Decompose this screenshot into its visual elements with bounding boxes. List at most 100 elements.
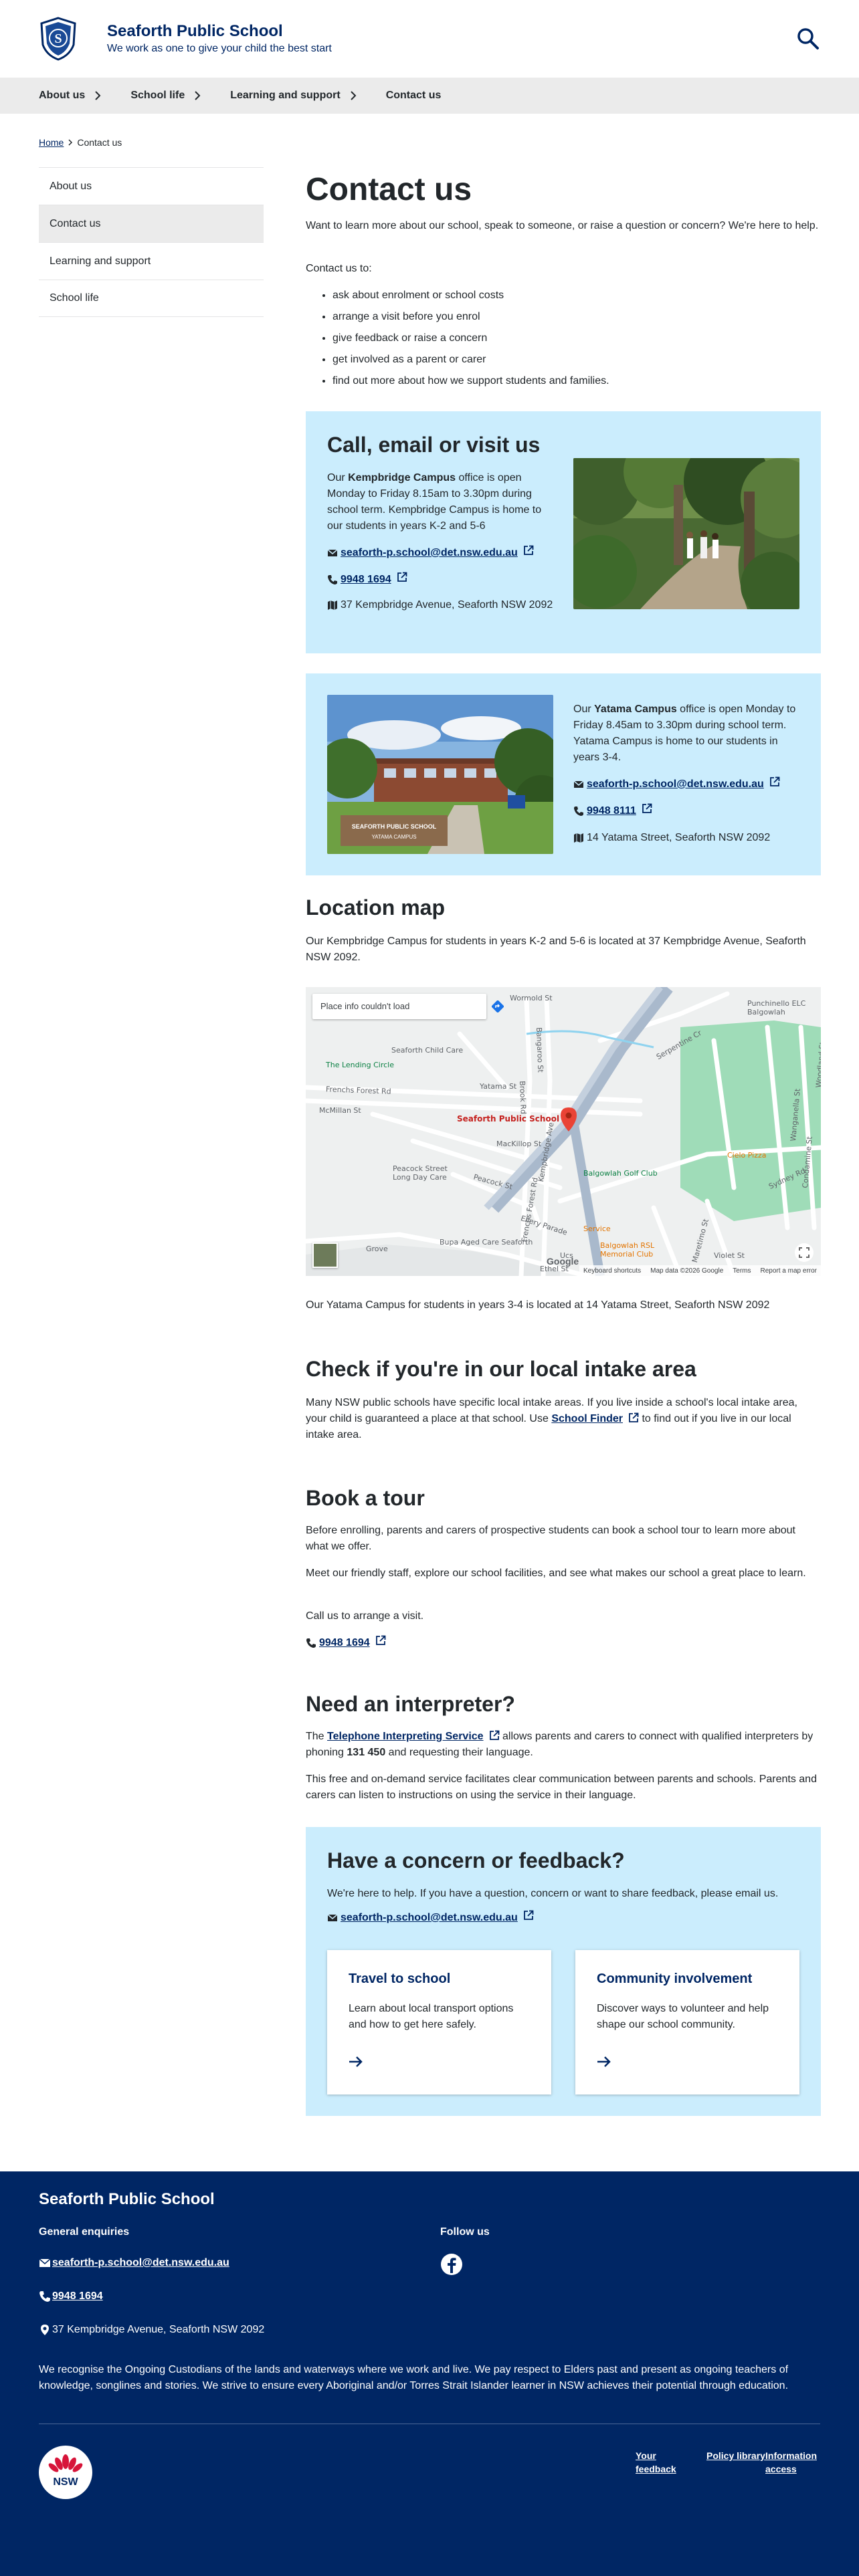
tour-heading: Book a tour	[306, 1486, 425, 1510]
sidebar-item-learning-and-support[interactable]: Learning and support	[39, 242, 264, 280]
map-satellite-toggle[interactable]	[312, 1243, 338, 1268]
location-map[interactable]: Place info couldn't load Seaforth Public…	[306, 987, 821, 1276]
yatama-phone-link[interactable]: 9948 8111	[587, 803, 636, 819]
main-navigation: About us School life Learning and suppor…	[0, 78, 859, 114]
footer-email-link[interactable]: seaforth-p.school@det.nsw.edu.au	[52, 2257, 229, 2269]
list-item: give feedback or raise a concern	[332, 330, 821, 346]
kempbridge-email-link[interactable]: seaforth-p.school@det.nsw.edu.au	[341, 545, 518, 561]
card-text: Discover ways to volunteer and help shap…	[597, 2003, 769, 2030]
keyboard-shortcuts-link[interactable]: Keyboard shortcuts	[583, 1267, 641, 1275]
page-title: Contact us	[306, 172, 472, 207]
interpreter-text-2: This free and on-demand service facilita…	[306, 1774, 817, 1801]
sidebar-item-contact-us[interactable]: Contact us	[39, 205, 264, 242]
arrow-right-icon	[349, 2056, 363, 2067]
external-link-icon	[523, 545, 534, 555]
facebook-icon[interactable]	[440, 2253, 463, 2276]
map-marker-label: Seaforth Public School	[457, 1114, 560, 1123]
sidebar-item-about-us[interactable]: About us	[39, 167, 264, 205]
nav-item-about-us[interactable]: About us	[39, 90, 101, 102]
footer-address: 37 Kempbridge Avenue, Seaforth NSW 2092	[52, 2324, 265, 2335]
nav-item-label: School life	[130, 90, 185, 101]
list-item: ask about enrolment or school costs	[332, 288, 821, 304]
fullscreen-icon[interactable]	[794, 1243, 814, 1263]
card-title: Travel to school	[349, 1971, 451, 1986]
location-heading: Location map	[306, 895, 446, 920]
footer-enquiries-heading: General enquiries	[39, 2226, 130, 2238]
breadcrumb-home-link[interactable]: Home	[39, 137, 64, 148]
concern-panel: Have a concern or feedback? We're here t…	[306, 1827, 821, 2116]
kempbridge-phone-link[interactable]: 9948 1694	[341, 572, 391, 588]
nsw-logo-icon[interactable]: NSW	[39, 2446, 92, 2499]
telephone-interpreting-link[interactable]: Telephone Interpreting Service	[327, 1731, 484, 1742]
external-link-icon	[489, 1730, 499, 1740]
nav-item-label: About us	[39, 90, 86, 101]
footer-email-row: seaforth-p.school@det.nsw.edu.au	[39, 2257, 229, 2269]
nav-item-contact-us[interactable]: Contact us	[386, 90, 442, 102]
school-finder-link[interactable]: School Finder	[551, 1413, 623, 1424]
travel-to-school-card[interactable]: Travel to school Learn about local trans…	[327, 1950, 551, 2095]
kempbridge-address-row: 37 Kempbridge Avenue, Seaforth NSW 2092	[327, 597, 555, 613]
phone-icon	[306, 1638, 316, 1648]
footer-link-information-access[interactable]: Information access	[765, 2449, 826, 2476]
kempbridge-address: 37 Kempbridge Avenue, Seaforth NSW 2092	[341, 599, 553, 611]
svg-text:NSW: NSW	[53, 2476, 78, 2488]
nav-item-label: Learning and support	[230, 90, 341, 101]
contact-list-lead: Contact us to:	[306, 263, 372, 274]
nav-item-learning-and-support[interactable]: Learning and support	[230, 90, 357, 102]
external-link-icon	[523, 1910, 534, 1920]
external-link-icon	[397, 572, 407, 582]
report-map-error-link[interactable]: Report a map error	[761, 1267, 817, 1275]
school-crest-icon[interactable]: S	[39, 17, 78, 61]
map-label: Punchinello ELC Balgowlah	[747, 999, 806, 1016]
footer-link-your-feedback[interactable]: Your feedback	[636, 2449, 696, 2476]
external-link-icon	[769, 776, 780, 786]
map-label: Peacock Street Long Day Care	[393, 1164, 448, 1182]
intro-text: Want to learn more about our school, spe…	[306, 220, 819, 231]
map-icon	[328, 601, 337, 610]
external-link-icon	[629, 1412, 639, 1422]
footer-follow-heading: Follow us	[440, 2226, 490, 2238]
footer-phone-row: 9948 1694	[39, 2290, 103, 2302]
footer-address-row: 37 Kempbridge Avenue, Seaforth NSW 2092	[39, 2324, 264, 2336]
email-icon	[573, 780, 584, 788]
tour-text-2: Meet our friendly staff, explore our sch…	[306, 1568, 806, 1579]
breadcrumb-current: Contact us	[77, 137, 122, 148]
footer-link-policy-library[interactable]: Policy library	[706, 2449, 767, 2462]
map-attribution: Keyboard shortcuts Map data ©2026 Google…	[579, 1265, 821, 1276]
search-icon[interactable]	[796, 27, 820, 51]
site-footer: Seaforth Public School General enquiries…	[0, 2171, 859, 2576]
tour-phone-link[interactable]: 9948 1694	[319, 1635, 370, 1651]
map-label: Seaforth Child Care	[391, 1046, 464, 1055]
intake-heading: Check if you're in our local intake area	[306, 1357, 696, 1381]
phone-icon	[574, 807, 583, 816]
kempbridge-contact-panel: Call, email or visit us Our Kempbridge C…	[306, 411, 821, 653]
school-name[interactable]: Seaforth Public School	[107, 21, 332, 41]
svg-text:S: S	[54, 31, 62, 46]
sidebar-item-school-life[interactable]: School life	[39, 280, 264, 317]
map-label: Wormold St	[510, 994, 553, 1002]
map-icon	[574, 833, 583, 843]
yatama-hours-text: Our Yatama Campus office is open Monday …	[573, 704, 796, 763]
map-label: Grove	[366, 1245, 388, 1253]
concern-email-link[interactable]: seaforth-p.school@det.nsw.edu.au	[341, 1910, 518, 1926]
arrow-right-icon	[597, 2056, 611, 2067]
interpreter-heading: Need an interpreter?	[306, 1692, 515, 1716]
phone-icon	[39, 2291, 50, 2302]
concern-heading: Have a concern or feedback?	[327, 1848, 625, 1872]
map-marker-icon[interactable]	[561, 1107, 577, 1132]
chevron-right-icon	[95, 91, 101, 100]
chevron-right-icon	[68, 139, 73, 146]
yatama-address: 14 Yatama Street, Seaforth NSW 2092	[587, 832, 771, 843]
map-label: Cielo Pizza	[727, 1151, 767, 1160]
yatama-email-link[interactable]: seaforth-p.school@det.nsw.edu.au	[587, 776, 764, 792]
footer-phone-link[interactable]: 9948 1694	[52, 2290, 103, 2302]
map-label: MacKillop St	[496, 1140, 542, 1148]
concern-text: We're here to help. If you have a questi…	[327, 1888, 779, 1899]
map-label: The Lending Circle	[326, 1061, 395, 1069]
terms-link[interactable]: Terms	[733, 1267, 751, 1275]
map-label: Balgowlah RSL Memorial Club	[600, 1241, 655, 1259]
map-place-card: Place info couldn't load	[312, 994, 504, 1019]
nav-item-school-life[interactable]: School life	[130, 90, 201, 102]
community-involvement-card[interactable]: Community involvement Discover ways to v…	[575, 1950, 799, 2095]
directions-icon[interactable]	[492, 1000, 504, 1012]
